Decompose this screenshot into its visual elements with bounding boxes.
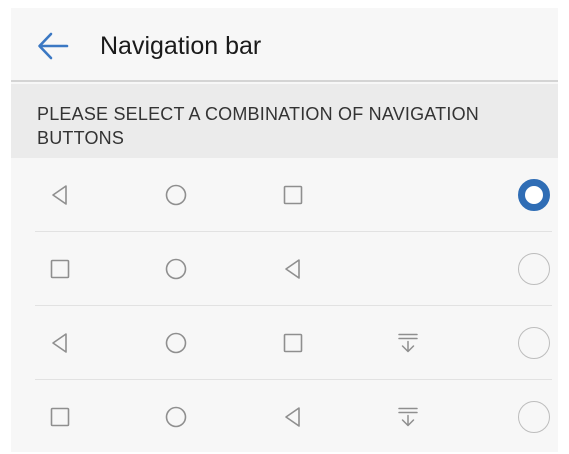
back-icon	[281, 405, 305, 429]
navigation-options-list	[11, 158, 558, 454]
app-bar: Navigation bar	[11, 8, 558, 82]
home-icon	[164, 183, 188, 207]
arrow-left-icon	[38, 32, 69, 60]
back-icon	[281, 257, 305, 281]
page-title: Navigation bar	[100, 32, 262, 60]
navigation-option-4[interactable]	[11, 380, 558, 454]
home-icon	[164, 405, 188, 429]
radio-button[interactable]	[518, 179, 550, 211]
radio-button[interactable]	[518, 401, 550, 433]
back-icon	[48, 331, 72, 355]
navigation-option-1[interactable]	[11, 158, 558, 232]
notification-pulldown-icon	[396, 405, 420, 429]
section-header: PLEASE SELECT A COMBINATION OF NAVIGATIO…	[11, 84, 558, 158]
recents-icon	[48, 405, 72, 429]
back-button[interactable]	[33, 26, 73, 66]
recents-icon	[48, 257, 72, 281]
radio-button[interactable]	[518, 253, 550, 285]
notification-pulldown-icon	[396, 331, 420, 355]
home-icon	[164, 257, 188, 281]
recents-icon	[281, 331, 305, 355]
radio-button[interactable]	[518, 327, 550, 359]
recents-icon	[281, 183, 305, 207]
settings-screen: Navigation bar PLEASE SELECT A COMBINATI…	[11, 8, 558, 452]
back-icon	[48, 183, 72, 207]
navigation-option-3[interactable]	[11, 306, 558, 380]
navigation-option-2[interactable]	[11, 232, 558, 306]
home-icon	[164, 331, 188, 355]
